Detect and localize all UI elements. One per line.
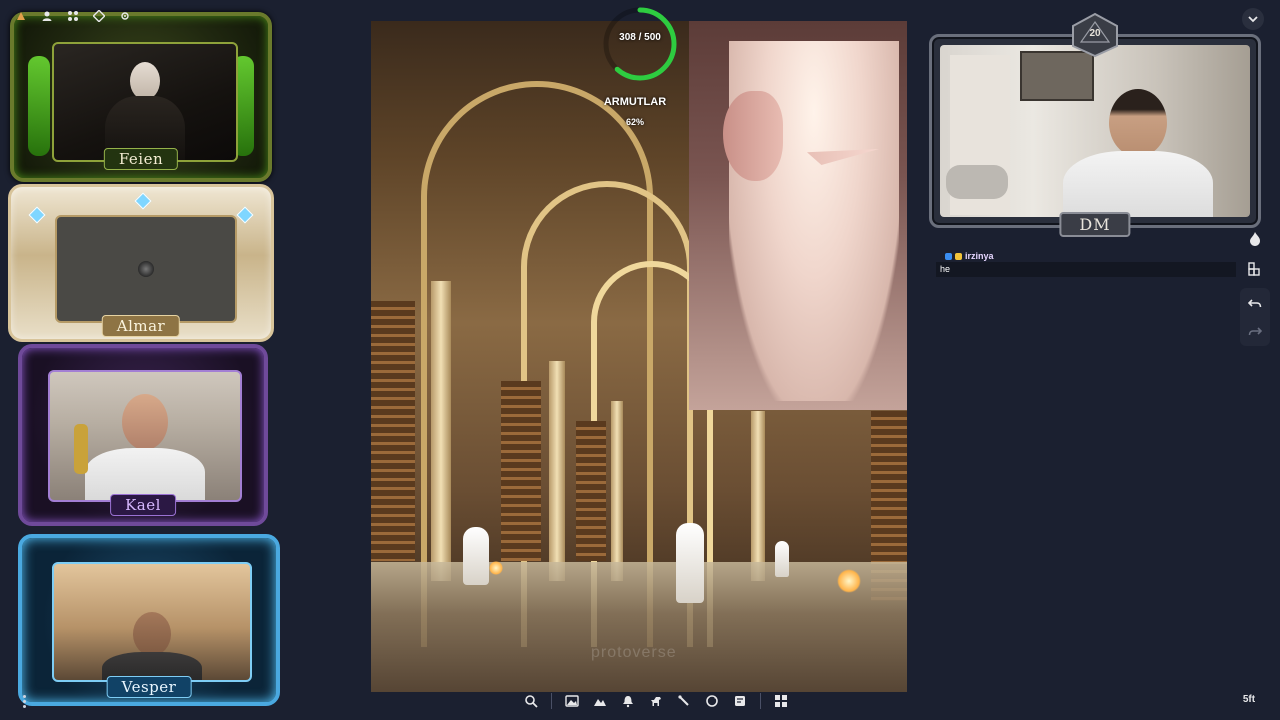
user-icon[interactable] bbox=[40, 9, 54, 23]
more-options-button[interactable] bbox=[18, 692, 30, 710]
player-video-vesper bbox=[52, 562, 252, 682]
portrait-face bbox=[723, 91, 783, 181]
apps-icon[interactable] bbox=[771, 691, 791, 711]
player-video-kael bbox=[48, 370, 242, 502]
sync-icon[interactable] bbox=[702, 691, 722, 711]
horse-icon[interactable] bbox=[646, 691, 666, 711]
scene-bookshelf bbox=[371, 301, 415, 561]
party-icon[interactable] bbox=[66, 9, 80, 23]
top-left-toolbar bbox=[14, 6, 132, 26]
undo-icon[interactable] bbox=[1244, 292, 1266, 314]
scene-watermark: protoverse bbox=[591, 644, 677, 661]
player-video-feien bbox=[52, 42, 238, 162]
scene-column bbox=[751, 411, 765, 581]
dm-video bbox=[940, 45, 1250, 217]
progress-ring-graphic bbox=[603, 7, 677, 81]
scene-bookshelf bbox=[501, 381, 541, 561]
fire-icon[interactable] bbox=[1244, 228, 1266, 250]
dots-icon bbox=[22, 694, 26, 698]
badge-icon bbox=[955, 252, 962, 260]
player-frame-feien[interactable]: Feien bbox=[10, 12, 272, 182]
badge-icon bbox=[945, 252, 952, 260]
chat-user: irzinya bbox=[945, 251, 994, 261]
progress-ring: 308 / 500 bbox=[602, 2, 678, 88]
settings-icon[interactable] bbox=[118, 9, 132, 23]
scene-figure bbox=[775, 541, 789, 577]
frame-gem bbox=[134, 192, 152, 210]
toolbar-divider bbox=[760, 693, 761, 709]
dice-icon[interactable] bbox=[92, 9, 106, 23]
frame-gem bbox=[28, 206, 46, 224]
redo-icon[interactable] bbox=[1244, 320, 1266, 342]
frame-glow bbox=[28, 56, 50, 156]
search-icon[interactable] bbox=[521, 691, 541, 711]
player-video-almar bbox=[55, 215, 237, 323]
layers-icon[interactable] bbox=[1244, 258, 1266, 280]
scene-lamp bbox=[489, 561, 503, 575]
chat-username: irzinya bbox=[965, 251, 994, 261]
history-controls bbox=[1240, 288, 1270, 346]
scene-figure bbox=[676, 523, 704, 603]
image-icon[interactable] bbox=[562, 691, 582, 711]
frame-gem bbox=[236, 206, 254, 224]
camera-off-icon bbox=[138, 261, 154, 277]
dm-frame[interactable]: DM bbox=[929, 34, 1261, 237]
notes-icon[interactable] bbox=[730, 691, 750, 711]
player-frame-kael[interactable]: Kael bbox=[18, 344, 268, 526]
dm-label: DM bbox=[1059, 212, 1131, 237]
bottom-toolbar bbox=[515, 690, 797, 712]
scene-floor bbox=[371, 562, 907, 692]
collapse-button[interactable] bbox=[1242, 8, 1264, 30]
scene-column bbox=[611, 401, 623, 581]
player-name-vesper: Vesper bbox=[106, 676, 192, 698]
player-name-feien: Feien bbox=[103, 148, 179, 170]
player-name-almar: Almar bbox=[101, 315, 181, 337]
scene-lamp bbox=[837, 569, 861, 593]
bell-icon[interactable] bbox=[618, 691, 638, 711]
microphone bbox=[74, 424, 88, 474]
player-name-kael: Kael bbox=[110, 494, 176, 516]
toolbar-divider bbox=[551, 693, 552, 709]
brush-icon[interactable] bbox=[674, 691, 694, 711]
chat-message: he bbox=[936, 262, 1236, 277]
scene-column bbox=[549, 361, 565, 581]
player-frame-vesper[interactable]: Vesper bbox=[18, 534, 280, 706]
progress-percent: 62% bbox=[625, 117, 644, 127]
scene-bookshelf bbox=[576, 421, 606, 561]
character-portrait[interactable] bbox=[689, 21, 907, 410]
app-logo-icon[interactable] bbox=[14, 9, 28, 23]
d20-value: 20 bbox=[1089, 28, 1101, 39]
terrain-icon[interactable] bbox=[590, 691, 610, 711]
right-toolbar bbox=[1240, 228, 1270, 346]
scene-figure bbox=[463, 527, 489, 585]
dm-pet-bed bbox=[946, 165, 1008, 199]
scene-column bbox=[431, 281, 451, 581]
progress-title: ARMUTLAR bbox=[603, 96, 667, 108]
chevron-down-icon bbox=[1248, 16, 1258, 23]
grid-scale[interactable]: 5ft bbox=[1232, 692, 1266, 708]
player-frame-almar[interactable]: Almar bbox=[8, 184, 274, 342]
progress-count: 308 / 500 bbox=[619, 32, 661, 43]
